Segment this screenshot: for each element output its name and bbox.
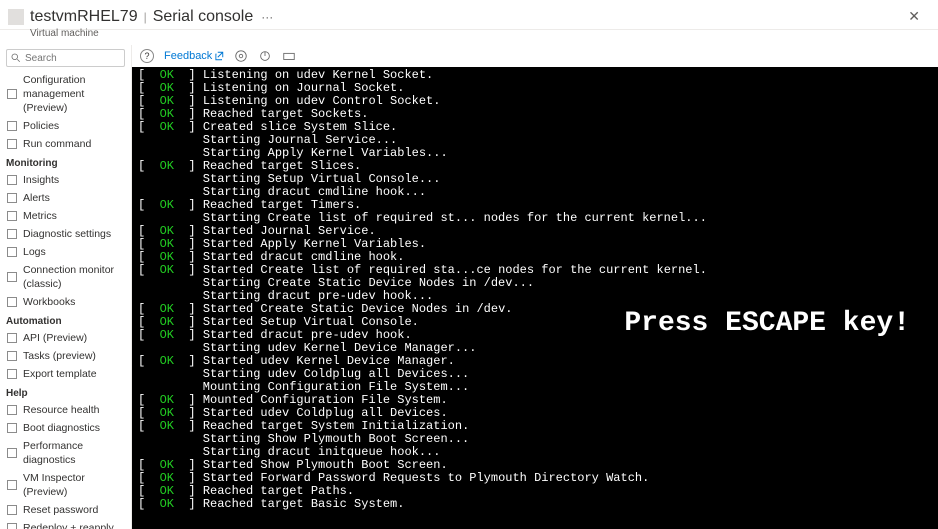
- sidebar-item-label: Diagnostic settings: [23, 227, 111, 241]
- sidebar-item[interactable]: Alerts: [0, 189, 131, 207]
- sidebar-item-label: Workbooks: [23, 295, 75, 309]
- close-button[interactable]: ✕: [902, 6, 926, 27]
- connmon-icon: [6, 271, 18, 283]
- sidebar-item[interactable]: VM Inspector (Preview): [0, 469, 131, 501]
- nav-section-header: Help: [0, 383, 131, 401]
- terminal-icon: [6, 138, 18, 150]
- sidebar-item[interactable]: Performance diagnostics: [0, 437, 131, 469]
- console-line: [ OK ] Reached target Basic System.: [138, 498, 932, 511]
- gear-icon: [6, 88, 18, 100]
- vm-icon: [8, 9, 24, 25]
- metrics-icon: [6, 210, 18, 222]
- sidebar-item-label: Policies: [23, 119, 59, 133]
- nav-section-header: Automation: [0, 311, 131, 329]
- sidebar-item[interactable]: Logs: [0, 243, 131, 261]
- sidebar-item-label: Boot diagnostics: [23, 421, 100, 435]
- sidebar-item[interactable]: Connection monitor (classic): [0, 261, 131, 293]
- diag-icon: [6, 228, 18, 240]
- sidebar-item[interactable]: Run command: [0, 135, 131, 153]
- sidebar-item-label: Resource health: [23, 403, 99, 417]
- sidebar-item[interactable]: API (Preview): [0, 329, 131, 347]
- sidebar-item-label: Reset password: [23, 503, 98, 517]
- console-toolbar: ? Feedback: [132, 45, 938, 67]
- bell-icon: [6, 192, 18, 204]
- sidebar: Configuration management (Preview) Polici…: [0, 45, 132, 529]
- insights-icon: [6, 174, 18, 186]
- sidebar-item-label: Insights: [23, 173, 59, 187]
- sidebar-item-label: Tasks (preview): [23, 349, 96, 363]
- search-box[interactable]: [6, 49, 125, 67]
- page-subtitle: Serial console: [153, 8, 254, 26]
- sidebar-item-label: Connection monitor (classic): [23, 263, 125, 291]
- export-icon: [6, 368, 18, 380]
- shield-icon: [6, 120, 18, 132]
- sidebar-item-label: Run command: [23, 137, 91, 151]
- search-input[interactable]: [25, 53, 115, 64]
- key-icon: [6, 504, 18, 516]
- health-icon: [6, 404, 18, 416]
- feedback-link[interactable]: Feedback: [164, 50, 224, 62]
- help-button[interactable]: ?: [140, 49, 154, 63]
- settings-icon[interactable]: [234, 49, 248, 63]
- search-wrap: [0, 45, 131, 71]
- perf-icon: [6, 447, 18, 459]
- sidebar-item-label: VM Inspector (Preview): [23, 471, 125, 499]
- power-icon[interactable]: [258, 49, 272, 63]
- search-icon: [11, 53, 21, 63]
- sidebar-item-label: Alerts: [23, 191, 50, 205]
- page-title: testvmRHEL79: [30, 8, 138, 26]
- title-separator: |: [144, 10, 147, 24]
- sidebar-item[interactable]: Metrics: [0, 207, 131, 225]
- sidebar-item-label: Performance diagnostics: [23, 439, 125, 467]
- sidebar-item[interactable]: Tasks (preview): [0, 347, 131, 365]
- serial-console-output[interactable]: [ OK ] Listening on udev Kernel Socket.[…: [132, 67, 938, 529]
- sidebar-item-label: Metrics: [23, 209, 57, 223]
- sidebar-item[interactable]: Insights: [0, 171, 131, 189]
- boot-icon: [6, 422, 18, 434]
- feedback-text: Feedback: [164, 50, 212, 62]
- sidebar-item-label: Export template: [23, 367, 97, 381]
- sidebar-item[interactable]: Diagnostic settings: [0, 225, 131, 243]
- resource-type-label: Virtual machine: [0, 28, 938, 45]
- sidebar-item[interactable]: Workbooks: [0, 293, 131, 311]
- sidebar-item[interactable]: Resource health: [0, 401, 131, 419]
- sidebar-item[interactable]: Policies: [0, 117, 131, 135]
- sidebar-item[interactable]: Configuration management (Preview): [0, 71, 131, 117]
- sidebar-item-label: Logs: [23, 245, 46, 259]
- logs-icon: [6, 246, 18, 258]
- sidebar-item-label: API (Preview): [23, 331, 87, 345]
- nav-section-header: Monitoring: [0, 153, 131, 171]
- main-region: Configuration management (Preview) Polici…: [0, 45, 938, 529]
- overlay-message: Press ESCAPE key!: [624, 308, 910, 339]
- vmi-icon: [6, 479, 18, 491]
- sidebar-item[interactable]: Export template: [0, 365, 131, 383]
- external-link-icon: [214, 51, 224, 61]
- sidebar-item[interactable]: Reset password: [0, 501, 131, 519]
- more-button[interactable]: ···: [261, 10, 273, 24]
- content-area: ? Feedback [ OK ] Listening on udev Kern…: [132, 45, 938, 529]
- workbook-icon: [6, 296, 18, 308]
- tasks-icon: [6, 350, 18, 362]
- sidebar-item-label: Configuration management (Preview): [23, 73, 125, 115]
- keyboard-icon[interactable]: [282, 49, 296, 63]
- sidebar-item[interactable]: Boot diagnostics: [0, 419, 131, 437]
- window-header: testvmRHEL79 | Serial console ··· ✕: [0, 0, 938, 30]
- api-icon: [6, 332, 18, 344]
